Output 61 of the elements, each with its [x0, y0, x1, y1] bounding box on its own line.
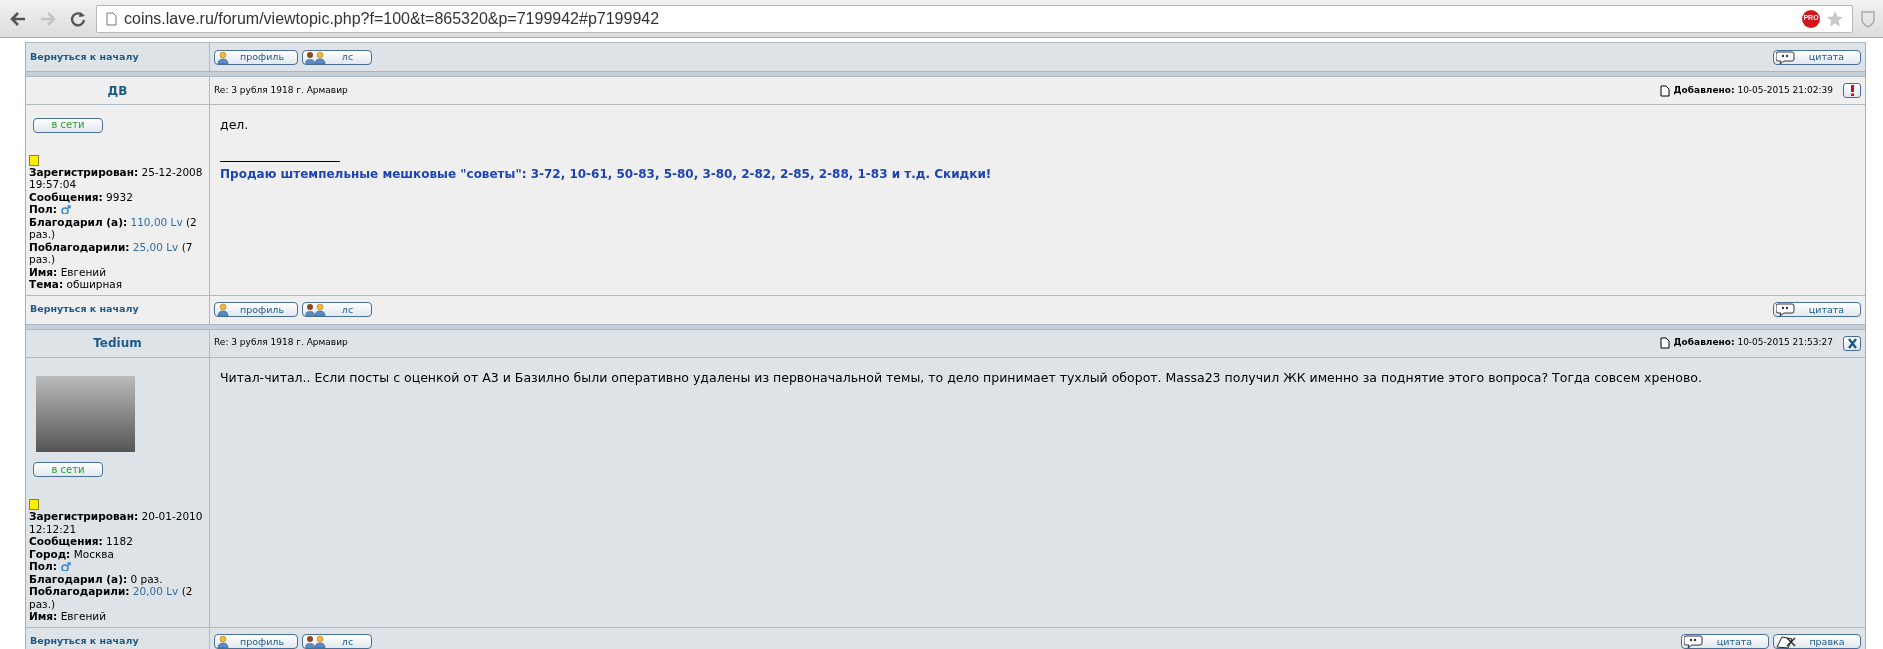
profile-field: Имя: Евгений — [29, 610, 206, 623]
person-icon — [217, 303, 229, 316]
signature-text: Продаю штемпельные мешковые "советы": 3-72, 10-61, 50-83, 5-80, 3-80, 2-82, 2-85, 2-88, 1-83 и т.д. Скидки! — [220, 166, 993, 182]
post-text: дел. — [220, 117, 250, 133]
url-text: coins.lave.ru/forum/viewtopic.php?f=100&t=865320&p=7199942#p7199942 — [124, 8, 661, 29]
profile-field: Имя: Евгений — [29, 265, 206, 278]
post-date: Добавлено: 10-05-2015 21:02:39 — [1673, 83, 1833, 97]
pm-button[interactable]: лс — [302, 634, 372, 649]
quote-button[interactable]: цитата — [1773, 49, 1861, 65]
profile-label: Пол: — [29, 560, 57, 573]
profile-button[interactable]: профиль — [214, 49, 298, 65]
male-sign-icon — [60, 204, 71, 215]
bookmark-star-icon[interactable] — [1826, 9, 1844, 28]
profile-button[interactable]: профиль — [214, 634, 298, 649]
profile-field: Благодарил (а): 110,00 Lv (2 раз.) — [29, 215, 206, 241]
page-icon — [105, 11, 118, 26]
profile-field: Поблагодарили: 25,00 Lv (7 раз.) — [29, 240, 206, 266]
profile-label: Пол: — [29, 203, 57, 216]
back-to-top-link[interactable]: Вернуться к началу — [30, 634, 139, 649]
back-to-top-link[interactable]: Вернуться к началу — [30, 49, 139, 65]
speech-bubble-icon — [1684, 634, 1703, 649]
document-icon — [1659, 337, 1670, 349]
post-text: Читал-читал.. Если посты с оценкой от А3 и Базилно были оперативно удалены из первоначальной темы, то дело принимает тухлый оборот. Massa23 получил ЖК именно за поднятие этого вопроса? Тогда совсем хреново. — [220, 369, 1703, 386]
two-people-icon — [305, 303, 326, 316]
profile-field: Сообщения: 9932 — [29, 190, 206, 203]
back-arrow-icon — [9, 9, 27, 28]
profile-field: Зарегистрирован: 25-12-2008 19:57:04 — [29, 165, 206, 191]
speech-bubble-icon — [1776, 49, 1795, 65]
post-subject: Re: 3 рубля 1918 г. Армавир — [214, 83, 348, 97]
scissors-paper-icon — [1776, 634, 1796, 649]
quote-button[interactable]: цитата — [1681, 634, 1769, 649]
close-icon — [1845, 336, 1859, 350]
pm-button[interactable]: лс — [302, 302, 372, 317]
forward-arrow-icon — [39, 9, 57, 28]
profile-field: Поблагодарили: 20,00 Lv (2 раз.) — [29, 585, 206, 610]
profile-field: Город: Москва — [29, 547, 206, 560]
reload-icon — [69, 9, 87, 28]
profile-field: Зарегистрирован: 20-01-2010 12:12:21 — [29, 510, 206, 535]
profile-field: Тема: обширная — [29, 278, 206, 291]
male-sign-icon — [60, 561, 71, 572]
author-name[interactable]: Tedium — [30, 334, 205, 352]
pm-button[interactable]: лс — [302, 49, 372, 65]
profile-field: Благодарил (а): 0 раз. — [29, 572, 206, 585]
post-date: Добавлено: 10-05-2015 21:53:27 — [1673, 336, 1833, 350]
two-people-icon — [305, 635, 326, 648]
quote-button[interactable]: цитата — [1773, 302, 1861, 317]
profile-field: Сообщения: 1182 — [29, 535, 206, 548]
speech-bubble-icon — [1776, 302, 1795, 317]
delete-button[interactable] — [1843, 335, 1861, 351]
edit-button[interactable]: правка — [1773, 634, 1861, 649]
person-icon — [217, 635, 229, 648]
person-icon — [217, 50, 229, 64]
author-name[interactable]: ДВ — [30, 81, 205, 100]
online-status-button[interactable]: в сети — [33, 117, 103, 133]
online-status-button[interactable]: в сети — [33, 462, 103, 477]
back-to-top-link[interactable]: Вернуться к началу — [30, 302, 139, 317]
document-icon — [1659, 84, 1670, 97]
report-button[interactable] — [1843, 83, 1861, 98]
two-people-icon — [305, 50, 326, 64]
post-subject: Re: 3 рубля 1918 г. Армавир — [214, 336, 348, 350]
profile-button[interactable]: профиль — [214, 302, 298, 317]
